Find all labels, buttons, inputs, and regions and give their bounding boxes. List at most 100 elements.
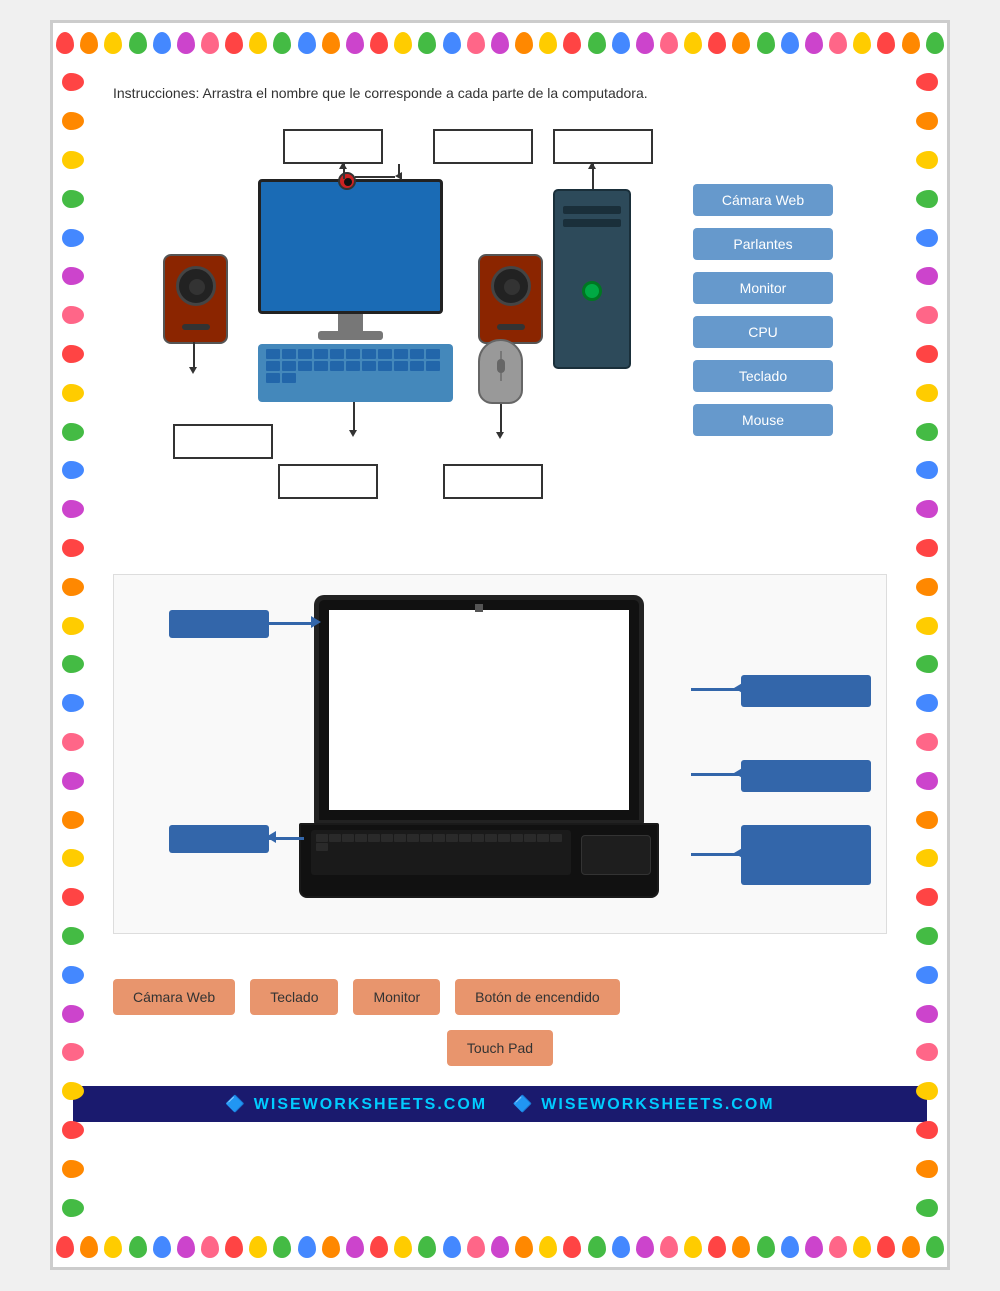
balloon [708, 32, 726, 54]
balloon [62, 811, 84, 829]
scroll-wheel [497, 359, 505, 373]
balloon [877, 32, 895, 54]
answer-btn-parlantes[interactable]: Parlantes [693, 228, 833, 260]
balloon [129, 1236, 147, 1258]
balloon [62, 1043, 84, 1061]
balloon [491, 32, 509, 54]
balloon [62, 655, 84, 673]
arrowhead-down-keyboard [349, 430, 357, 437]
lkey [316, 843, 328, 851]
balloon [56, 1236, 74, 1258]
balloon [62, 617, 84, 635]
key [394, 349, 408, 359]
answer-btn-teclado[interactable]: Teclado [693, 360, 833, 392]
balloon [62, 461, 84, 479]
webcam-lens [344, 178, 352, 186]
answer-btn-camara-web[interactable]: Cámara Web [693, 184, 833, 216]
laptop-keyboard-area [311, 830, 571, 875]
answer-panel-section1: Cámara Web Parlantes Monitor CPU Teclado… [693, 184, 833, 544]
speaker-inner-right [504, 279, 520, 295]
bottom-answer-btn-teclado[interactable]: Teclado [250, 979, 338, 1015]
key [282, 361, 296, 371]
balloon [539, 1236, 557, 1258]
balloon [916, 500, 938, 518]
balloon [916, 423, 938, 441]
balloon [684, 1236, 702, 1258]
balloon [62, 423, 84, 441]
balloon [62, 500, 84, 518]
cpu-drive-slot1 [563, 206, 621, 214]
arrow-v-speaker-left [193, 342, 195, 367]
label-box-keyboard [278, 464, 378, 499]
speaker-stripe-right [497, 324, 525, 330]
balloon-border-bottom [53, 1227, 947, 1267]
balloon [346, 32, 364, 54]
mouse-illustration [478, 339, 523, 404]
label-box-monitor-top [283, 129, 383, 164]
lkey [485, 834, 497, 842]
balloon [346, 1236, 364, 1258]
lkey [329, 834, 341, 842]
lkey [316, 834, 328, 842]
answer-btn-monitor[interactable]: Monitor [693, 272, 833, 304]
balloon [62, 1005, 84, 1023]
arrow-v-mouse [500, 404, 502, 432]
balloon [636, 1236, 654, 1258]
key [314, 349, 328, 359]
balloon [805, 1236, 823, 1258]
balloon [926, 1236, 944, 1258]
page: Instrucciones: Arrastra el nombre que le… [50, 20, 950, 1270]
balloon [916, 1005, 938, 1023]
balloon [62, 539, 84, 557]
label-box-mouse [443, 464, 543, 499]
balloon [916, 539, 938, 557]
answer-btn-mouse[interactable]: Mouse [693, 404, 833, 436]
balloon [853, 32, 871, 54]
balloon [80, 32, 98, 54]
balloon [467, 32, 485, 54]
balloon [612, 32, 630, 54]
balloon-border-top [53, 23, 947, 63]
key [282, 373, 296, 383]
webcam-illustration [338, 172, 356, 190]
bottom-answer-btn-boton-encendido[interactable]: Botón de encendido [455, 979, 620, 1015]
bottom-answer-btn-camara-web[interactable]: Cámara Web [113, 979, 235, 1015]
arrowhead-up-cpu [588, 162, 596, 169]
balloon [877, 1236, 895, 1258]
monitor-base-piece [318, 331, 383, 340]
key [362, 361, 376, 371]
key [346, 361, 360, 371]
balloon [563, 1236, 581, 1258]
laptop-touchpad-illustration [581, 835, 651, 875]
right-speaker-illustration [478, 254, 543, 344]
balloon-border-right [907, 63, 947, 1227]
balloon [515, 1236, 533, 1258]
section3-laptop-answers: Cámara Web Teclado Monitor Botón de ence… [113, 964, 887, 1030]
balloon [563, 32, 581, 54]
key [378, 361, 392, 371]
balloon [916, 1199, 938, 1217]
balloon [805, 32, 823, 54]
laptop-label-webcam-box [169, 610, 269, 638]
answer-btn-cpu[interactable]: CPU [693, 316, 833, 348]
balloon [249, 32, 267, 54]
balloon [62, 267, 84, 285]
arrowhead-right-webcam [395, 172, 402, 180]
lkey [355, 834, 367, 842]
balloon [467, 1236, 485, 1258]
balloon [80, 1236, 98, 1258]
key [330, 361, 344, 371]
balloon [829, 1236, 847, 1258]
lkey [368, 834, 380, 842]
balloon [62, 694, 84, 712]
balloon [322, 1236, 340, 1258]
bottom-answer-btn-touch-pad[interactable]: Touch Pad [447, 1030, 553, 1066]
balloon [62, 888, 84, 906]
balloon [902, 1236, 920, 1258]
keyboard-keys [258, 344, 453, 388]
laptop-arrow-webcam-h [269, 622, 314, 625]
cpu-illustration [553, 189, 631, 369]
balloon [104, 32, 122, 54]
bottom-answer-btn-monitor[interactable]: Monitor [353, 979, 440, 1015]
balloon [916, 888, 938, 906]
